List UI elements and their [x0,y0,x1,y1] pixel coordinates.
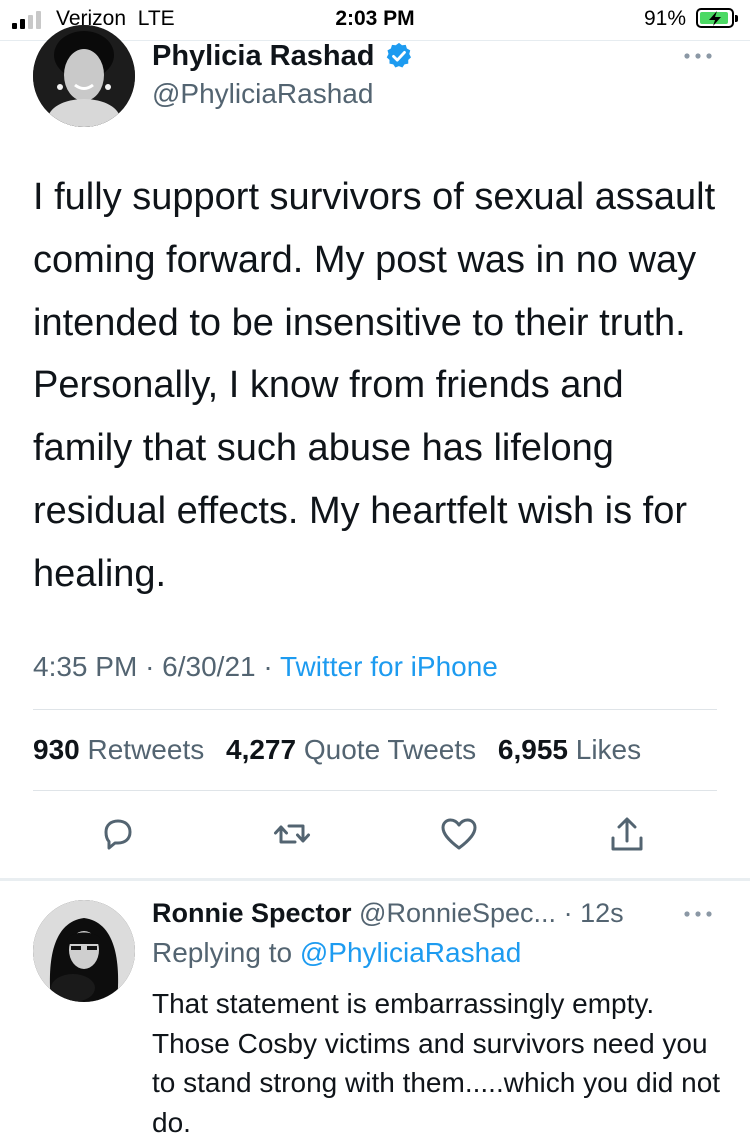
reply-time: · 12s [563,898,624,928]
replying-to-label: Replying to [152,937,293,968]
quote-tweets-stat[interactable]: 4,277 Quote Tweets [226,734,476,765]
verified-badge-icon [386,42,411,68]
replying-to-mention[interactable]: @PhyliciaRashad [300,937,521,968]
author-handle[interactable]: @PhyliciaRashad [152,78,373,110]
like-icon[interactable] [439,814,479,854]
tweet-time: 4:35 PM [33,651,138,682]
author-avatar[interactable] [33,25,135,127]
tweet-stats: 930 Retweets 4,277 Quote Tweets 6,955 Li… [33,734,641,766]
share-icon[interactable] [607,814,647,854]
tweet-meta: 4:35 PM · 6/30/21 · Twitter for iPhone [33,651,498,683]
reply-text: That statement is embarrassingly empty. … [152,988,721,1138]
meta-separator: · [145,651,155,682]
author-name[interactable]: Phylicia Rashad [152,40,374,73]
tweet-date: 6/30/21 [162,651,256,682]
battery-percentage: 91% [643,7,686,30]
retweet-icon[interactable] [272,814,312,854]
reply-icon[interactable] [98,814,138,854]
meta-separator: · [263,651,273,682]
reply-header: Ronnie Spector @RonnieSpec... · 12s [152,898,624,929]
replying-to-line: Replying to @PhyliciaRashad [152,937,521,969]
tweet-source-link[interactable]: Twitter for iPhone [280,651,498,682]
reply-author-handle[interactable]: @RonnieSpec... [359,898,556,928]
reply-more-options-icon[interactable] [683,910,713,918]
section-separator [0,878,750,881]
status-time: 2:03 PM [335,7,415,30]
likes-stat[interactable]: 6,955 Likes [498,734,641,765]
retweets-stat[interactable]: 930 Retweets [33,734,204,765]
more-options-icon[interactable] [683,52,713,60]
stats-divider [33,790,717,791]
tweet-text: I fully support survivors of sexual assa… [33,176,716,595]
reply-author-avatar[interactable] [33,900,135,1002]
battery-charging-icon [696,8,738,28]
reply-author-name[interactable]: Ronnie Spector [152,898,352,928]
meta-divider [33,709,717,710]
